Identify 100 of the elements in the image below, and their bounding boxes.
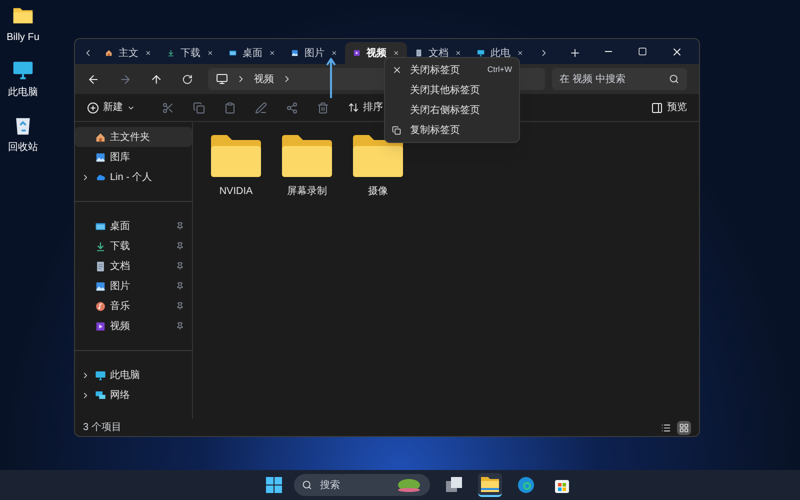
- folder-name: 摄像: [368, 185, 388, 199]
- document-icon: [95, 260, 106, 272]
- new-tab-icon[interactable]: [569, 47, 581, 59]
- landscape-icon: [396, 477, 422, 493]
- close-icon[interactable]: [392, 48, 399, 58]
- rename-icon[interactable]: [255, 102, 267, 114]
- task-view-icon: [445, 476, 463, 494]
- close-icon: [392, 65, 402, 75]
- expand-icon[interactable]: [81, 390, 90, 400]
- close-icon[interactable]: [671, 46, 683, 58]
- pin-icon: [176, 262, 184, 270]
- sidebar-item[interactable]: Lin - 个人: [75, 167, 192, 187]
- search-placeholder: 搜索: [320, 478, 340, 492]
- sidebar-label: 图库: [110, 150, 130, 164]
- close-icon[interactable]: [206, 48, 213, 58]
- tiles-view-button[interactable]: [677, 420, 691, 434]
- sidebar-item[interactable]: 主文件夹: [75, 127, 192, 147]
- home-icon: [95, 132, 106, 142]
- new-button[interactable]: 新建: [87, 100, 135, 115]
- close-icon[interactable]: [268, 48, 275, 58]
- sidebar-label: 网络: [110, 388, 130, 402]
- sidebar-item[interactable]: 桌面: [75, 216, 192, 236]
- tab-label: 下载: [180, 46, 201, 60]
- up-icon[interactable]: [150, 72, 164, 86]
- expand-icon[interactable]: [81, 172, 90, 182]
- search-field[interactable]: 在 视频 中搜索: [552, 68, 688, 90]
- network-icon: [95, 390, 106, 400]
- sidebar-item[interactable]: 图片: [75, 276, 192, 296]
- menu-label: 复制标签页: [410, 124, 460, 138]
- folder-name: NVIDIA: [219, 185, 253, 199]
- search-icon: [302, 480, 312, 490]
- document-icon: [415, 47, 423, 59]
- sidebar-label: 下载: [110, 240, 130, 254]
- close-icon[interactable]: [454, 48, 461, 58]
- back-icon[interactable]: [87, 72, 100, 86]
- breadcrumb[interactable]: 视频: [254, 72, 274, 86]
- expand-icon[interactable]: [81, 370, 90, 380]
- sidebar-label: 视频: [110, 320, 130, 334]
- folder-item[interactable]: NVIDIA: [209, 134, 263, 199]
- close-icon[interactable]: [330, 48, 337, 58]
- folder-name: 屏幕录制: [287, 184, 327, 199]
- tab-label: 视频: [366, 46, 387, 60]
- folder-icon: [209, 134, 263, 178]
- music-icon: [95, 300, 106, 312]
- pin-icon: [176, 222, 184, 230]
- monitor-icon: [12, 59, 34, 81]
- sidebar-item[interactable]: 图库: [75, 147, 192, 167]
- tab[interactable]: 图片: [283, 42, 345, 64]
- sidebar-label: 图片: [110, 280, 130, 294]
- video-icon: [353, 47, 361, 59]
- taskbar-search-field[interactable]: 搜索: [294, 474, 430, 496]
- menu-label: 关闭右侧标签页: [410, 104, 480, 118]
- copy-icon[interactable]: [193, 102, 205, 114]
- delete-icon[interactable]: [317, 102, 329, 114]
- paste-icon[interactable]: [224, 102, 236, 114]
- pin-icon: [176, 282, 184, 290]
- tab[interactable]: 桌面: [221, 42, 283, 64]
- sidebar-item[interactable]: 文档: [75, 256, 192, 276]
- tab-label: 桌面: [242, 46, 263, 60]
- annotation-arrow: [326, 58, 336, 98]
- sidebar-item[interactable]: 音乐: [75, 296, 192, 316]
- sidebar-label: Lin - 个人: [110, 170, 152, 184]
- sidebar-item[interactable]: 网络: [75, 385, 192, 405]
- picture-icon: [95, 280, 106, 292]
- forward-icon[interactable]: [118, 72, 132, 86]
- start-icon[interactable]: [266, 477, 282, 493]
- preview-pane-icon: [651, 102, 663, 114]
- tab-label: 图片: [304, 46, 325, 60]
- desktop-icon-label[interactable]: 回收站: [8, 140, 38, 155]
- share-icon[interactable]: [286, 102, 298, 114]
- plus-icon: [87, 102, 99, 114]
- preview-button[interactable]: 预览: [651, 100, 687, 115]
- sidebar-item[interactable]: 此电脑: [75, 365, 192, 385]
- tab-label: 文档: [428, 46, 449, 60]
- maximize-icon[interactable]: [638, 47, 647, 56]
- monitor-icon: [477, 47, 485, 59]
- close-icon[interactable]: [516, 48, 523, 58]
- tab-label: 主文: [118, 46, 139, 60]
- folder-icon: [280, 134, 334, 178]
- cut-icon[interactable]: [162, 102, 174, 114]
- sidebar-item[interactable]: 下载: [75, 236, 192, 256]
- menu-item[interactable]: 关闭右侧标签页: [385, 100, 519, 120]
- desktop-icon: [95, 220, 106, 232]
- sidebar-item[interactable]: 视频: [75, 316, 192, 336]
- search-icon: [669, 74, 680, 84]
- tab[interactable]: 视频: [345, 42, 407, 64]
- desktop-icon-label[interactable]: 此电脑: [8, 85, 38, 100]
- sidebar-label: 文档: [110, 260, 130, 274]
- refresh-icon[interactable]: [182, 74, 193, 84]
- picture-icon: [291, 47, 299, 59]
- tab[interactable]: 主文: [97, 42, 159, 64]
- close-icon[interactable]: [144, 48, 151, 58]
- folder-item[interactable]: 屏幕录制: [280, 134, 334, 199]
- duplicate-icon: [392, 126, 401, 134]
- taskbar-app[interactable]: [478, 473, 502, 497]
- item-count: 3 个项目: [83, 421, 122, 435]
- desktop-icon-label[interactable]: Billy Fu: [6, 30, 40, 45]
- tab[interactable]: 下载: [159, 42, 221, 64]
- browser-icon: [517, 476, 535, 494]
- sort-icon: [348, 102, 359, 113]
